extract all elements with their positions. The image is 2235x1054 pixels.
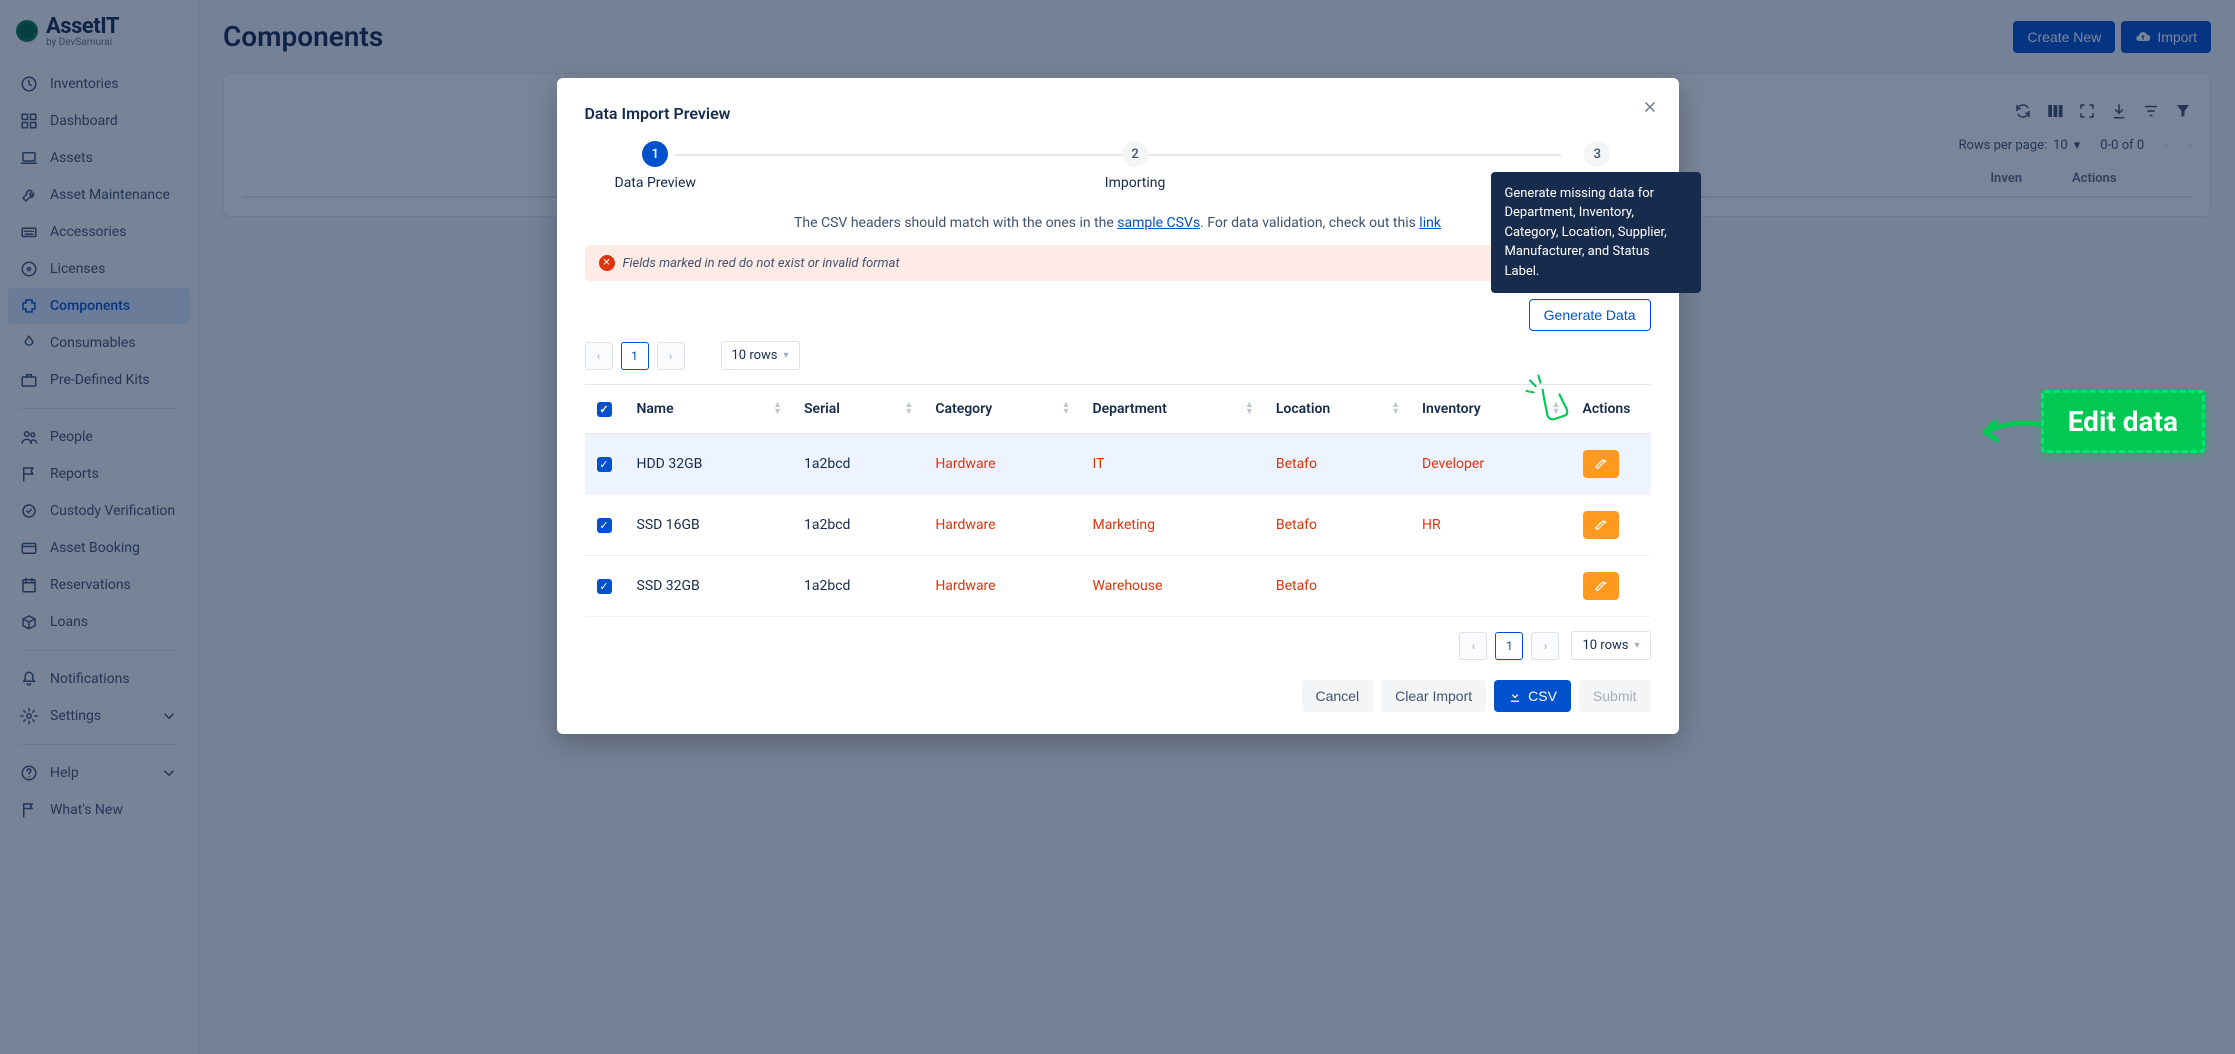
step-importing[interactable]: 2 Importing — [1105, 141, 1166, 191]
csv-button[interactable]: CSV — [1494, 680, 1571, 712]
page-1-button-bottom[interactable]: 1 — [1495, 632, 1523, 660]
page-1-button[interactable]: 1 — [621, 342, 649, 370]
cell-department: Marketing — [1080, 495, 1263, 556]
col-name[interactable]: Name▲▼ — [625, 385, 793, 434]
generate-tooltip: Generate missing data for Department, In… — [1491, 172, 1701, 294]
cell-name: SSD 32GB — [625, 556, 793, 617]
col-serial[interactable]: Serial▲▼ — [792, 385, 923, 434]
cell-name: HDD 32GB — [625, 434, 793, 495]
step-label: Data Preview — [615, 175, 696, 191]
col-location[interactable]: Location▲▼ — [1264, 385, 1410, 434]
table-row: SSD 32GB1a2bcdHardwareWarehouseBetafo — [585, 556, 1651, 617]
stepper: 1Data Preview2Importing3Results — [615, 141, 1621, 191]
cell-inventory: HR — [1410, 495, 1570, 556]
row-checkbox[interactable] — [597, 579, 612, 594]
table-row: HDD 32GB1a2bcdHardwareITBetafoDeveloper — [585, 434, 1651, 495]
rows-select[interactable]: 10 rows ▾ — [721, 341, 800, 370]
edit-row-button[interactable] — [1583, 511, 1619, 539]
cell-inventory — [1410, 556, 1570, 617]
submit-button[interactable]: Submit — [1579, 680, 1651, 712]
modal-overlay: Data Import Preview 1 Data Preview 2 Import… — [0, 0, 2235, 1054]
col-category[interactable]: Category▲▼ — [923, 385, 1080, 434]
chevron-down-icon: ▾ — [784, 350, 789, 361]
rows-select-bottom[interactable]: 10 rows ▾ — [1571, 631, 1650, 660]
cell-location: Betafo — [1264, 434, 1410, 495]
cell-serial: 1a2bcd — [792, 434, 923, 495]
close-icon[interactable] — [1641, 98, 1659, 120]
chevron-down-icon: ▾ — [1634, 640, 1639, 651]
step-number: 2 — [1122, 141, 1148, 167]
col-department[interactable]: Department▲▼ — [1080, 385, 1263, 434]
table-row: SSD 16GB1a2bcdHardwareMarketingBetafoHR — [585, 495, 1651, 556]
sample-csvs-link[interactable]: sample CSVs — [1117, 215, 1200, 231]
cell-name: SSD 16GB — [625, 495, 793, 556]
step-number: 3 — [1584, 141, 1610, 167]
warning-text: Fields marked in red do not exist or inv… — [623, 256, 900, 271]
step-data-preview[interactable]: 1 Data Preview — [615, 141, 696, 191]
step-number: 1 — [642, 141, 668, 167]
row-checkbox[interactable] — [597, 457, 612, 472]
row-checkbox[interactable] — [597, 518, 612, 533]
hand-click-icon — [1509, 363, 1579, 433]
cancel-button[interactable]: Cancel — [1302, 680, 1374, 712]
cell-location: Betafo — [1264, 495, 1410, 556]
cell-inventory: Developer — [1410, 434, 1570, 495]
prev-page-button[interactable]: ‹ — [585, 342, 613, 370]
cell-category: Hardware — [923, 434, 1080, 495]
sort-icon: ▲▼ — [1245, 402, 1254, 416]
cell-category: Hardware — [923, 495, 1080, 556]
download-icon — [1508, 689, 1522, 703]
generate-data-button[interactable]: Generate Data — [1529, 299, 1651, 331]
clear-import-button[interactable]: Clear Import — [1381, 680, 1486, 712]
preview-table: Name▲▼Serial▲▼Category▲▼Department▲▼Loca… — [585, 384, 1651, 617]
cell-category: Hardware — [923, 556, 1080, 617]
sort-icon: ▲▼ — [1062, 402, 1071, 416]
edit-row-button[interactable] — [1583, 572, 1619, 600]
next-page-button-bottom[interactable]: › — [1531, 632, 1559, 660]
cell-department: Warehouse — [1080, 556, 1263, 617]
cell-serial: 1a2bcd — [792, 495, 923, 556]
step-label: Importing — [1105, 175, 1166, 191]
import-preview-modal: Data Import Preview 1 Data Preview 2 Import… — [557, 78, 1679, 734]
edit-row-button[interactable] — [1583, 450, 1619, 478]
sort-icon: ▲▼ — [904, 402, 913, 416]
sort-icon: ▲▼ — [1391, 402, 1400, 416]
modal-title: Data Import Preview — [585, 104, 1651, 123]
prev-page-button-bottom[interactable]: ‹ — [1459, 632, 1487, 660]
col-actions[interactable]: Actions — [1571, 385, 1651, 434]
cell-serial: 1a2bcd — [792, 556, 923, 617]
annotation-arrow — [1973, 410, 2063, 450]
validation-link[interactable]: link — [1419, 215, 1441, 231]
cell-department: IT — [1080, 434, 1263, 495]
next-page-button[interactable]: › — [657, 342, 685, 370]
select-all-checkbox[interactable] — [597, 402, 612, 417]
sort-icon: ▲▼ — [773, 402, 782, 416]
cell-location: Betafo — [1264, 556, 1410, 617]
warning-icon — [599, 255, 615, 271]
